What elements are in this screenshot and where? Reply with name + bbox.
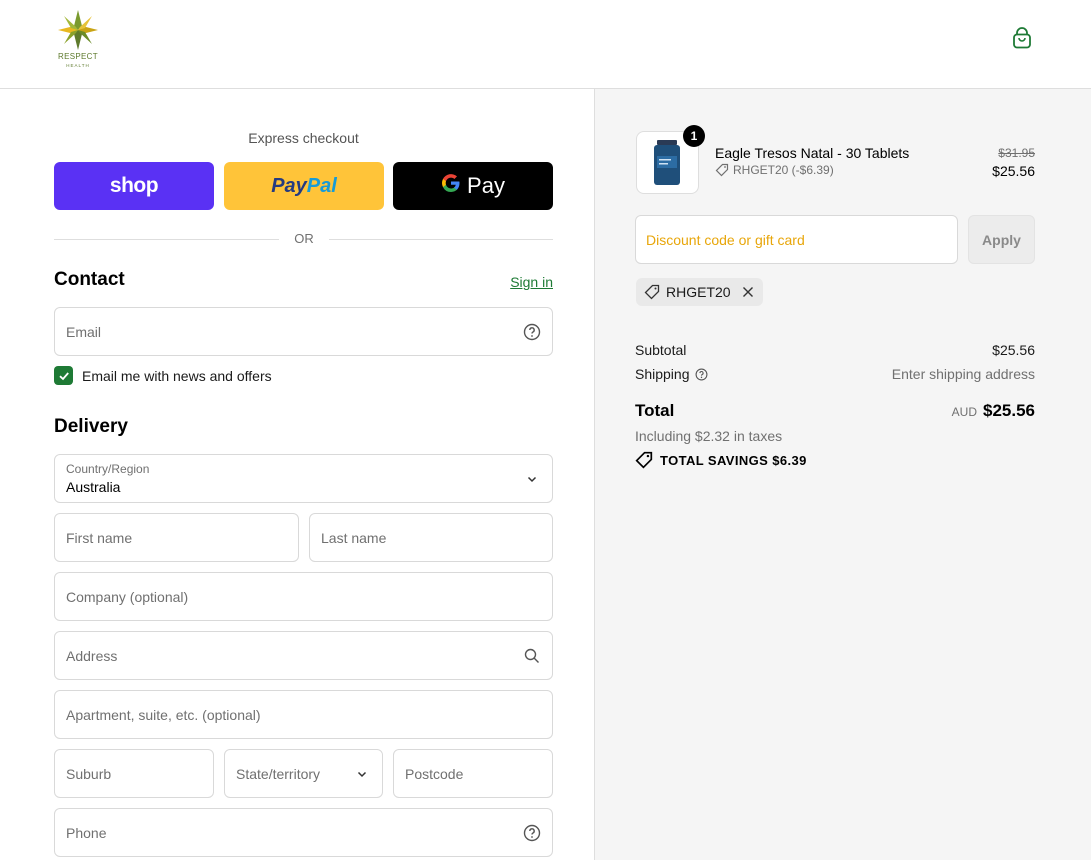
divider-right — [329, 239, 553, 240]
logo-name: RESPECT — [58, 52, 98, 61]
chevron-down-icon — [353, 765, 371, 783]
total-savings: TOTAL SAVINGS $6.39 — [635, 451, 807, 469]
country-value: Australia — [66, 479, 121, 495]
google-pay-label: Pay — [467, 173, 505, 198]
total-label: Total — [635, 401, 675, 420]
country-label: Country/Region — [66, 462, 150, 476]
last-name-field[interactable]: Last name — [309, 513, 553, 562]
discount-placeholder: Discount code or gift card — [646, 232, 805, 248]
shipping-value: Enter shipping address — [891, 366, 1035, 382]
suburb-placeholder: Suburb — [66, 766, 112, 782]
logo-sub: HEALTH — [66, 63, 90, 68]
order-summary: 1 Eagle Tresos Natal - 30 Tablets RHGET2… — [594, 89, 1091, 860]
company-placeholder: Company (optional) — [66, 589, 189, 605]
email-placeholder: Email — [66, 324, 102, 340]
newsletter-label: Email me with news and offers — [82, 367, 272, 384]
currency-code: AUD — [951, 405, 977, 419]
phone-field[interactable]: Phone — [54, 808, 553, 857]
paypal-button[interactable]: Pay Pal — [224, 162, 384, 210]
sign-in-link[interactable]: Sign in — [510, 274, 553, 290]
express-checkout-title: Express checkout — [248, 130, 359, 146]
newsletter-checkbox[interactable] — [54, 366, 73, 385]
discount-code-input[interactable]: Discount code or gift card — [635, 215, 958, 264]
check-icon — [58, 371, 69, 380]
product-original-price: $31.95 — [998, 146, 1035, 160]
country-select[interactable]: Country/Region Australia — [54, 454, 553, 503]
or-divider-text: OR — [294, 231, 314, 246]
help-circle-icon[interactable] — [523, 323, 541, 341]
google-pay-button[interactable]: Pay — [393, 162, 553, 210]
taxes-text: Including $2.32 in taxes — [635, 428, 783, 444]
google-g-icon — [441, 173, 461, 199]
help-circle-icon[interactable] — [695, 368, 708, 381]
logo-flower-icon — [58, 10, 98, 50]
tag-icon — [644, 284, 660, 300]
product-price: $25.56 — [992, 163, 1035, 179]
shipping-row: Shipping Enter shipping address — [635, 366, 1035, 382]
search-icon — [523, 647, 541, 665]
divider-left — [54, 239, 279, 240]
address-field[interactable]: Address — [54, 631, 553, 680]
shop-pay-label: shop — [109, 174, 159, 197]
product-discount-text: RHGET20 (-$6.39) — [733, 163, 834, 177]
tag-icon — [715, 163, 729, 177]
email-field[interactable]: Email — [54, 307, 553, 356]
address-placeholder: Address — [66, 648, 118, 664]
apply-discount-button[interactable]: Apply — [968, 215, 1035, 264]
postcode-field[interactable]: Postcode — [393, 749, 553, 798]
first-name-field[interactable]: First name — [54, 513, 299, 562]
total-value: $25.56 — [983, 401, 1035, 420]
delivery-heading: Delivery — [54, 416, 128, 437]
state-placeholder: State/territory — [236, 766, 321, 782]
total-row: Total AUD $25.56 — [635, 401, 1035, 421]
paypal-label-part2: Pal — [306, 174, 337, 197]
apartment-placeholder: Apartment, suite, etc. (optional) — [66, 707, 261, 723]
contact-heading: Contact — [54, 269, 125, 290]
savings-tag-icon — [635, 451, 653, 469]
subtotal-value: $25.56 — [992, 342, 1035, 358]
shipping-label: Shipping — [635, 366, 690, 382]
suburb-field[interactable]: Suburb — [54, 749, 214, 798]
taxes-row: Including $2.32 in taxes — [635, 428, 1035, 444]
newsletter-option[interactable]: Email me with news and offers — [54, 366, 272, 385]
store-logo[interactable]: RESPECT HEALTH — [52, 8, 104, 70]
product-name: Eagle Tresos Natal - 30 Tablets — [715, 145, 910, 161]
apartment-field[interactable]: Apartment, suite, etc. (optional) — [54, 690, 553, 739]
applied-code-text: RHGET20 — [666, 284, 731, 300]
shop-pay-button[interactable]: shop — [54, 162, 214, 210]
subtotal-row: Subtotal $25.56 — [635, 342, 1035, 358]
chevron-down-icon — [523, 470, 541, 488]
shopping-bag-icon[interactable] — [1010, 26, 1034, 50]
postcode-placeholder: Postcode — [405, 766, 464, 782]
quantity-badge: 1 — [683, 125, 705, 147]
site-header: RESPECT HEALTH — [0, 0, 1091, 89]
checkout-form: Express checkout shop Pay Pal Pay OR Cont… — [0, 89, 594, 860]
company-field[interactable]: Company (optional) — [54, 572, 553, 621]
help-circle-icon[interactable] — [523, 824, 541, 842]
state-select[interactable]: State/territory — [224, 749, 383, 798]
product-discount: RHGET20 (-$6.39) — [715, 163, 834, 177]
remove-code-icon[interactable] — [741, 285, 755, 299]
last-name-placeholder: Last name — [321, 530, 387, 546]
phone-placeholder: Phone — [66, 825, 107, 841]
subtotal-label: Subtotal — [635, 342, 687, 358]
total-savings-text: TOTAL SAVINGS $6.39 — [660, 452, 807, 468]
paypal-label-part1: Pay — [271, 174, 307, 197]
applied-discount-tag: RHGET20 — [636, 278, 763, 306]
first-name-placeholder: First name — [66, 530, 133, 546]
